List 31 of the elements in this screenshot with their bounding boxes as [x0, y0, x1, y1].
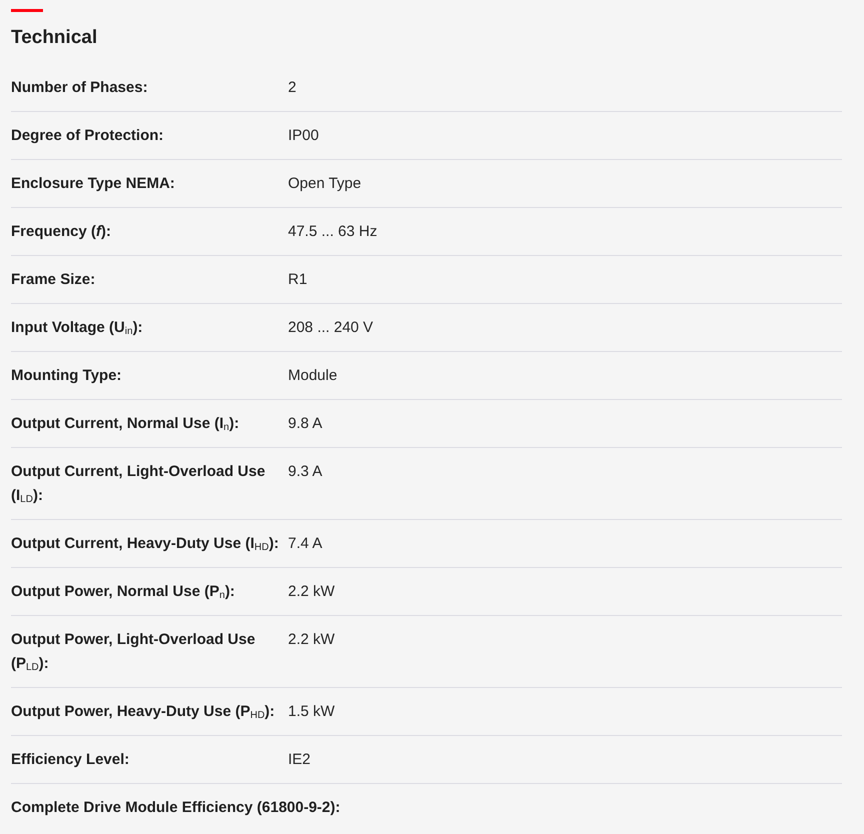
- spec-value: 2.2 kW: [288, 630, 336, 650]
- spec-value: 1.5 kW: [288, 702, 336, 722]
- spec-value: IP00: [288, 126, 320, 146]
- spec-label: Efficiency Level:: [11, 750, 130, 770]
- spec-label: Number of Phases:: [11, 78, 149, 98]
- spec-value: Module: [288, 366, 338, 386]
- spec-label: Frequency (f):: [11, 222, 112, 242]
- spec-value: IE2: [288, 750, 312, 770]
- spec-label: Enclosure Type NEMA:: [11, 174, 176, 194]
- spec-value: 9.3 A: [288, 462, 324, 482]
- section-title: Technical: [11, 26, 98, 50]
- spec-label: Output Current, Light-Overload Use (I$_{LD}$):: [11, 462, 266, 507]
- spec-value: Open Type: [288, 174, 362, 194]
- spec-value: 2.2 kW: [288, 582, 336, 602]
- spec-value: 208 ... 240 V: [288, 318, 374, 338]
- spec-value: 9.8 A: [288, 414, 324, 434]
- accent-bar: [11, 9, 43, 12]
- spec-label: Degree of Protection:: [11, 126, 165, 146]
- spec-label: Output Power, Heavy-Duty Use (P$_{HD}$):: [11, 702, 276, 723]
- spec-label: Mounting Type:: [11, 366, 123, 386]
- spec-value: 2: [288, 78, 298, 98]
- spec-label: Output Power, Light-Overload Use (P$_{LD}$):: [11, 630, 256, 675]
- spec-value: 47.5 ... 63 Hz: [288, 222, 378, 242]
- spec-label: Input Voltage (U$_{in}$):: [11, 318, 144, 339]
- spec-value: 7.4 A: [288, 534, 324, 554]
- spec-label: Frame Size:: [11, 270, 96, 290]
- spec-value: R1: [288, 270, 308, 290]
- spec-label: Complete Drive Module Efficiency (61800-9-2):: [11, 798, 340, 818]
- spec-label: Output Power, Normal Use (P$_{n}$):: [11, 582, 236, 603]
- spec-label: Output Current, Normal Use (I$_{n}$):: [11, 414, 240, 435]
- spec-label: Output Current, Heavy-Duty Use (I$_{HD}$):: [11, 534, 280, 555]
